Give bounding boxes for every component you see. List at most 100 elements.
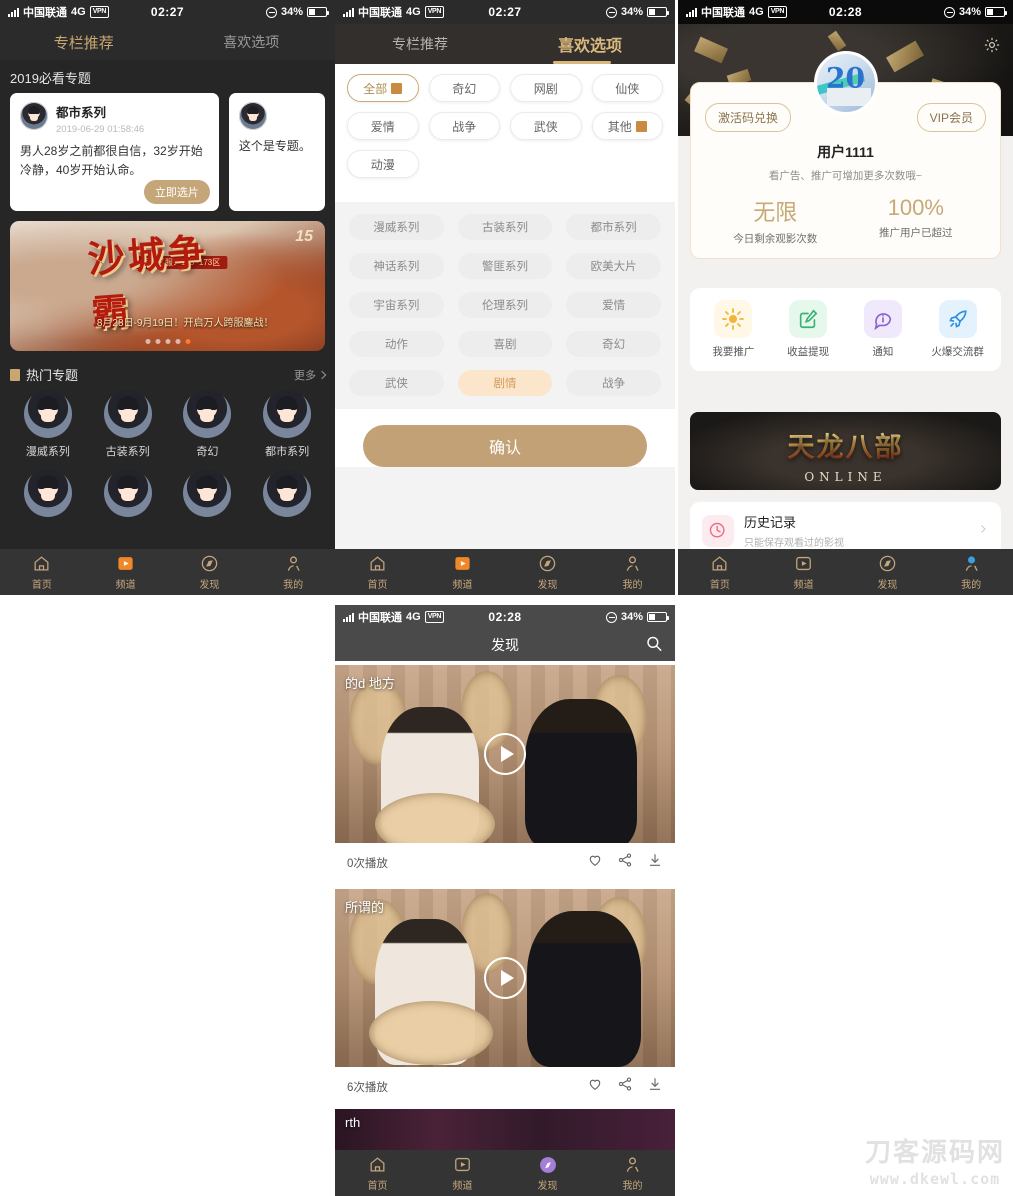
tab-channel[interactable]: 频道 bbox=[762, 554, 846, 591]
vpn-badge: VPN bbox=[424, 611, 445, 623]
hot-topic-item[interactable] bbox=[247, 469, 327, 517]
tab-mine[interactable]: 我的 bbox=[251, 554, 335, 591]
quick-action-withdraw[interactable]: 收益提现 bbox=[771, 300, 846, 359]
tag-item[interactable]: 战争 bbox=[566, 370, 662, 396]
banner-dot[interactable] bbox=[165, 339, 170, 344]
avatar[interactable]: 20 bbox=[813, 51, 878, 115]
hot-topic-item[interactable]: 古装系列 bbox=[88, 390, 168, 459]
tab-mine[interactable]: 我的 bbox=[590, 1155, 675, 1192]
banner-dots[interactable] bbox=[145, 339, 190, 344]
tag-item[interactable]: 武侠 bbox=[349, 370, 444, 396]
phone-home-screen: 中国联通 4G VPN 02:27 34% 专栏推荐 喜欢选项 2019必看专题 bbox=[0, 0, 335, 595]
tag-item[interactable]: 伦理系列 bbox=[457, 292, 553, 318]
avatar bbox=[103, 390, 152, 438]
tag-item[interactable]: 漫威系列 bbox=[349, 214, 444, 240]
hot-topic-item[interactable]: 奇幻 bbox=[168, 390, 248, 459]
tag-item[interactable]: 警匪系列 bbox=[457, 253, 553, 279]
hot-topic-item[interactable]: 漫威系列 bbox=[8, 390, 88, 459]
tag-item[interactable]: 喜剧 bbox=[457, 331, 553, 357]
battery-percent: 34% bbox=[280, 6, 303, 18]
gear-icon[interactable] bbox=[983, 36, 1001, 54]
tab-mine[interactable]: 我的 bbox=[590, 554, 675, 591]
banner-dot[interactable] bbox=[155, 339, 160, 344]
video-card[interactable]: 的d 地方 0次播放 bbox=[335, 665, 675, 885]
hot-topic-item[interactable] bbox=[88, 469, 168, 517]
chip-anime[interactable]: 动漫 bbox=[347, 150, 419, 178]
quick-action-label: 我要推广 bbox=[712, 346, 755, 358]
quick-action-group[interactable]: 火爆交流群 bbox=[920, 300, 995, 359]
banner-dot[interactable] bbox=[175, 339, 180, 344]
tab-home[interactable]: 首页 bbox=[0, 554, 84, 591]
tag-item[interactable]: 动作 bbox=[349, 331, 444, 357]
chip-webseries[interactable]: 网剧 bbox=[510, 74, 582, 102]
hot-topic-item[interactable] bbox=[168, 469, 248, 517]
heart-icon[interactable] bbox=[587, 1076, 603, 1097]
play-icon[interactable] bbox=[484, 957, 526, 999]
tag-item[interactable]: 宇宙系列 bbox=[349, 292, 444, 318]
share-icon[interactable] bbox=[617, 852, 633, 873]
tag-item[interactable]: 爱情 bbox=[566, 292, 662, 318]
chip-romance[interactable]: 爱情 bbox=[347, 112, 419, 140]
heart-icon[interactable] bbox=[587, 852, 603, 873]
quick-action-promote[interactable]: 我要推广 bbox=[696, 300, 771, 359]
tab-mine[interactable]: 我的 bbox=[929, 554, 1013, 591]
chip-other[interactable]: 其他 bbox=[591, 112, 663, 140]
search-icon[interactable] bbox=[645, 635, 663, 656]
share-icon[interactable] bbox=[617, 1076, 633, 1097]
video-thumbnail[interactable]: 的d 地方 bbox=[335, 665, 675, 843]
hot-topics-more[interactable]: 更多 bbox=[294, 367, 327, 383]
tab-like-options[interactable]: 喜欢选项 bbox=[168, 32, 336, 52]
chip-wuxia[interactable]: 武侠 bbox=[510, 112, 582, 140]
tab-label: 首页 bbox=[709, 579, 730, 591]
tab-home[interactable]: 首页 bbox=[335, 554, 420, 591]
topic-card-row: 都市系列 2019-06-29 01:58:46 男人28岁之前都很自信，32岁… bbox=[0, 93, 335, 211]
video-thumbnail[interactable]: 所谓的 bbox=[335, 889, 675, 1067]
tab-channel[interactable]: 频道 bbox=[420, 1155, 505, 1192]
tag-item[interactable]: 神话系列 bbox=[349, 253, 444, 279]
video-card[interactable]: 所谓的 6次播放 bbox=[335, 889, 675, 1109]
tag-item[interactable]: 古装系列 bbox=[457, 214, 553, 240]
quick-action-notice[interactable]: 通知 bbox=[846, 300, 921, 359]
likes-tab-strip: 专栏推荐 喜欢选项 bbox=[335, 24, 675, 64]
tab-channel[interactable]: 频道 bbox=[84, 554, 168, 591]
section-title-2019: 2019必看专题 bbox=[10, 71, 91, 86]
game-ad-banner[interactable]: 天龙八部 ONLINE bbox=[690, 412, 1001, 490]
topic-card[interactable]: 这个是专题。 bbox=[228, 93, 325, 211]
chip-all[interactable]: 全部 bbox=[347, 74, 419, 102]
signal-bars-icon bbox=[343, 7, 354, 17]
tab-channel[interactable]: 频道 bbox=[420, 554, 505, 591]
chip-xianxia[interactable]: 仙侠 bbox=[591, 74, 663, 102]
download-icon[interactable] bbox=[647, 1076, 663, 1097]
banner-dot[interactable] bbox=[145, 339, 150, 344]
promo-banner[interactable]: 15 活动区服：155~173区 沙城争霸 8月28日-9月19日！开启万人跨服… bbox=[10, 221, 325, 351]
tab-home[interactable]: 首页 bbox=[678, 554, 762, 591]
play-icon[interactable] bbox=[484, 733, 526, 775]
hot-topic-label: 奇幻 bbox=[196, 446, 219, 458]
tag-item[interactable]: 奇幻 bbox=[566, 331, 662, 357]
topic-card[interactable]: 都市系列 2019-06-29 01:58:46 男人28岁之前都很自信，32岁… bbox=[10, 93, 219, 211]
tab-column-recommend[interactable]: 专栏推荐 bbox=[0, 32, 168, 53]
tab-discover[interactable]: 发现 bbox=[505, 1155, 590, 1192]
tab-home[interactable]: 首页 bbox=[335, 1155, 420, 1192]
select-film-button[interactable]: 立即选片 bbox=[143, 180, 210, 204]
tag-item[interactable]: 欧美大片 bbox=[566, 253, 662, 279]
history-subtitle: 只能保存观看过的影视 bbox=[744, 538, 844, 549]
chip-war[interactable]: 战争 bbox=[428, 112, 500, 140]
tab-like-options[interactable]: 喜欢选项 bbox=[505, 32, 675, 56]
chip-fantasy[interactable]: 奇幻 bbox=[428, 74, 500, 102]
tab-discover[interactable]: 发现 bbox=[505, 554, 590, 591]
vip-member-button[interactable]: VIP会员 bbox=[916, 103, 986, 132]
tag-item-selected[interactable]: 剧情 bbox=[457, 370, 553, 396]
banner-dot-active[interactable] bbox=[185, 339, 190, 344]
tab-column-recommend[interactable]: 专栏推荐 bbox=[335, 34, 505, 54]
tab-discover[interactable]: 发现 bbox=[168, 554, 252, 591]
hot-topic-item[interactable]: 都市系列 bbox=[247, 390, 327, 459]
activation-code-button[interactable]: 激活码兑换 bbox=[705, 103, 792, 132]
user-icon bbox=[929, 554, 1013, 574]
bookmark-icon bbox=[10, 368, 20, 381]
hot-topic-item[interactable] bbox=[8, 469, 88, 517]
tab-discover[interactable]: 发现 bbox=[846, 554, 930, 591]
confirm-button[interactable]: 确认 bbox=[363, 425, 647, 467]
download-icon[interactable] bbox=[647, 852, 663, 873]
tag-item[interactable]: 都市系列 bbox=[566, 214, 662, 240]
